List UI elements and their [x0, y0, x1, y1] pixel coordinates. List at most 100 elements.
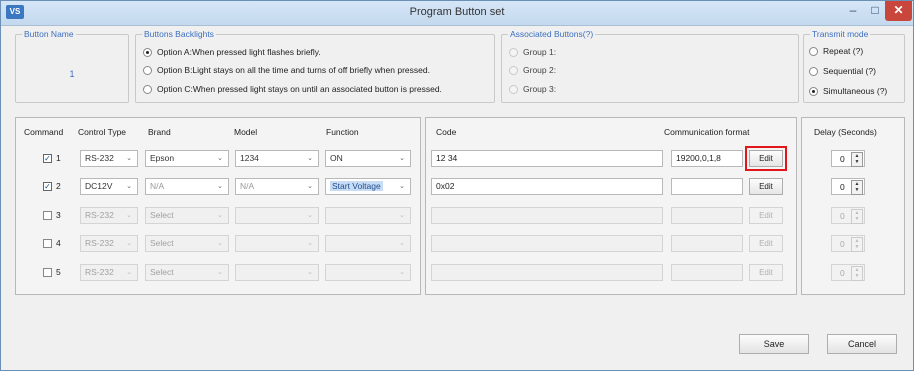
- delay-stepper[interactable]: 0 ▲ ▼: [831, 235, 865, 252]
- command-checkbox-3[interactable]: [43, 211, 52, 220]
- command-number: 5: [56, 267, 61, 277]
- control-type-select[interactable]: RS-232 ⌄: [80, 235, 138, 252]
- radio-indicator[interactable]: [809, 46, 818, 56]
- comm-format-field[interactable]: [671, 264, 743, 281]
- comm-format-field[interactable]: 19200,0,1,8: [671, 150, 743, 167]
- spin-buttons[interactable]: ▲ ▼: [851, 152, 863, 167]
- transmit-option-3[interactable]: Simultaneous (?): [809, 84, 887, 98]
- code-field[interactable]: [431, 207, 663, 224]
- backlight-option-3[interactable]: Option C:When pressed light stays on unt…: [143, 82, 442, 96]
- edit-button[interactable]: Edit: [749, 207, 783, 224]
- delay-value: 0: [840, 268, 845, 278]
- code-field[interactable]: 0x02: [431, 178, 663, 195]
- command-number: 4: [56, 238, 61, 248]
- radio-indicator[interactable]: [143, 47, 152, 57]
- transmit-option-2[interactable]: Sequential (?): [809, 64, 876, 78]
- save-button[interactable]: Save: [739, 334, 809, 354]
- associated-group-label: Group 2:: [523, 65, 557, 75]
- backlight-option-2[interactable]: Option B:Light stays on all the time and…: [143, 63, 430, 77]
- chevron-down-icon: ⌄: [399, 212, 405, 219]
- title-bar: VS Program Button set – □ ✕: [1, 1, 913, 26]
- transmit-option-1[interactable]: Repeat (?): [809, 44, 863, 58]
- radio-indicator[interactable]: [509, 47, 518, 57]
- code-field[interactable]: [431, 264, 663, 281]
- control-type-select-value: RS-232: [85, 153, 114, 163]
- spin-down-icon[interactable]: ▼: [852, 216, 862, 222]
- brand-select-value: Select: [150, 267, 174, 277]
- chevron-down-icon: ⌄: [126, 212, 132, 219]
- code-field[interactable]: [431, 235, 663, 252]
- command-checkbox-2[interactable]: ✓: [43, 182, 52, 191]
- edit-button[interactable]: Edit: [745, 146, 787, 171]
- associated-group-label: Group 1:: [523, 47, 557, 57]
- brand-select[interactable]: Epson ⌄: [145, 150, 229, 167]
- command-checkbox-5[interactable]: [43, 268, 52, 277]
- brand-select[interactable]: Select ⌄: [145, 264, 229, 281]
- model-select[interactable]: N/A ⌄: [235, 178, 319, 195]
- chevron-down-icon: ⌄: [126, 269, 132, 276]
- function-select[interactable]: ⌄: [325, 207, 411, 224]
- minimize-button[interactable]: –: [841, 1, 865, 21]
- associated-group-2[interactable]: Group 2:: [509, 63, 556, 77]
- function-select[interactable]: Start Voltage ⌄: [325, 178, 411, 195]
- model-select[interactable]: ⌄: [235, 235, 319, 252]
- function-select[interactable]: ON ⌄: [325, 150, 411, 167]
- model-select[interactable]: ⌄: [235, 264, 319, 281]
- backlight-option-1[interactable]: Option A:When pressed light flashes brie…: [143, 45, 321, 59]
- spin-down-icon[interactable]: ▼: [852, 187, 862, 193]
- brand-select[interactable]: N/A ⌄: [145, 178, 229, 195]
- control-type-select[interactable]: RS-232 ⌄: [80, 264, 138, 281]
- delay-stepper[interactable]: 0 ▲ ▼: [831, 207, 865, 224]
- spin-down-icon[interactable]: ▼: [852, 273, 862, 279]
- associated-group-3[interactable]: Group 3:: [509, 82, 556, 96]
- model-select-value: N/A: [240, 181, 255, 191]
- radio-indicator[interactable]: [509, 65, 518, 75]
- radio-indicator[interactable]: [143, 84, 152, 94]
- control-type-select[interactable]: RS-232 ⌄: [80, 150, 138, 167]
- model-select[interactable]: ⌄: [235, 207, 319, 224]
- model-select[interactable]: 1234 ⌄: [235, 150, 319, 167]
- comm-format-field[interactable]: [671, 235, 743, 252]
- brand-select[interactable]: Select ⌄: [145, 207, 229, 224]
- control-type-select[interactable]: DC12V ⌄: [80, 178, 138, 195]
- delay-stepper[interactable]: 0 ▲ ▼: [831, 150, 865, 167]
- control-type-select[interactable]: RS-232 ⌄: [80, 207, 138, 224]
- edit-button[interactable]: Edit: [749, 235, 783, 252]
- command-checkbox-4[interactable]: [43, 239, 52, 248]
- spin-down-icon[interactable]: ▼: [852, 159, 862, 165]
- spin-buttons[interactable]: ▲ ▼: [851, 180, 863, 195]
- edit-button[interactable]: Edit: [749, 178, 783, 195]
- edit-button[interactable]: Edit: [749, 264, 783, 281]
- spin-buttons[interactable]: ▲ ▼: [851, 237, 863, 252]
- chevron-down-icon: ⌄: [217, 269, 223, 276]
- chevron-down-icon: ⌄: [399, 183, 405, 190]
- close-button[interactable]: ✕: [885, 1, 912, 21]
- radio-indicator[interactable]: [509, 84, 518, 94]
- button-name-value: 1: [69, 69, 75, 79]
- header-function: Function: [326, 127, 359, 137]
- chevron-down-icon: ⌄: [126, 155, 132, 162]
- command-checkbox-1[interactable]: ✓: [43, 154, 52, 163]
- cancel-button[interactable]: Cancel: [827, 334, 897, 354]
- delay-stepper[interactable]: 0 ▲ ▼: [831, 264, 865, 281]
- maximize-button[interactable]: □: [865, 1, 885, 21]
- associated-group-1[interactable]: Group 1:: [509, 45, 556, 59]
- comm-format-field[interactable]: [671, 178, 743, 195]
- brand-select[interactable]: Select ⌄: [145, 235, 229, 252]
- model-select-value: 1234: [240, 153, 259, 163]
- spin-buttons[interactable]: ▲ ▼: [851, 266, 863, 281]
- delay-stepper[interactable]: 0 ▲ ▼: [831, 178, 865, 195]
- function-select[interactable]: ⌄: [325, 264, 411, 281]
- transmit-option-label: Sequential (?): [823, 66, 876, 76]
- function-select[interactable]: ⌄: [325, 235, 411, 252]
- associated-group-label: Group 3:: [523, 84, 557, 94]
- comm-format-field[interactable]: [671, 207, 743, 224]
- radio-indicator[interactable]: [809, 66, 818, 76]
- code-field[interactable]: 12 34: [431, 150, 663, 167]
- spin-buttons[interactable]: ▲ ▼: [851, 209, 863, 224]
- radio-indicator[interactable]: [143, 65, 152, 75]
- command-number: 1: [56, 153, 61, 163]
- chevron-down-icon: ⌄: [307, 155, 313, 162]
- radio-indicator[interactable]: [809, 86, 818, 96]
- spin-down-icon[interactable]: ▼: [852, 244, 862, 250]
